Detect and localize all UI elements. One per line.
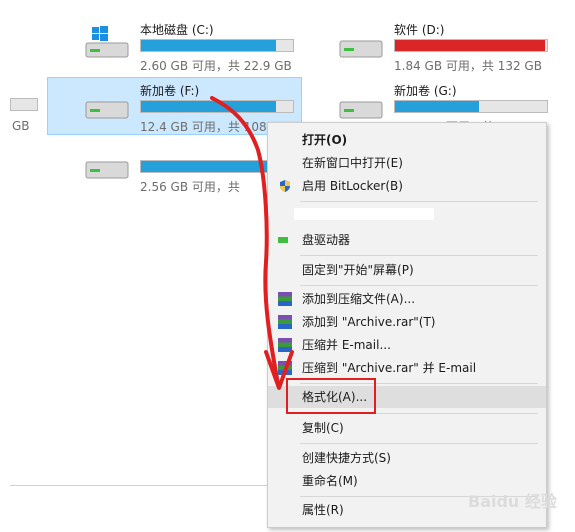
watermark: Baidu 经验 <box>468 492 557 511</box>
annotation-arrow <box>210 96 294 390</box>
